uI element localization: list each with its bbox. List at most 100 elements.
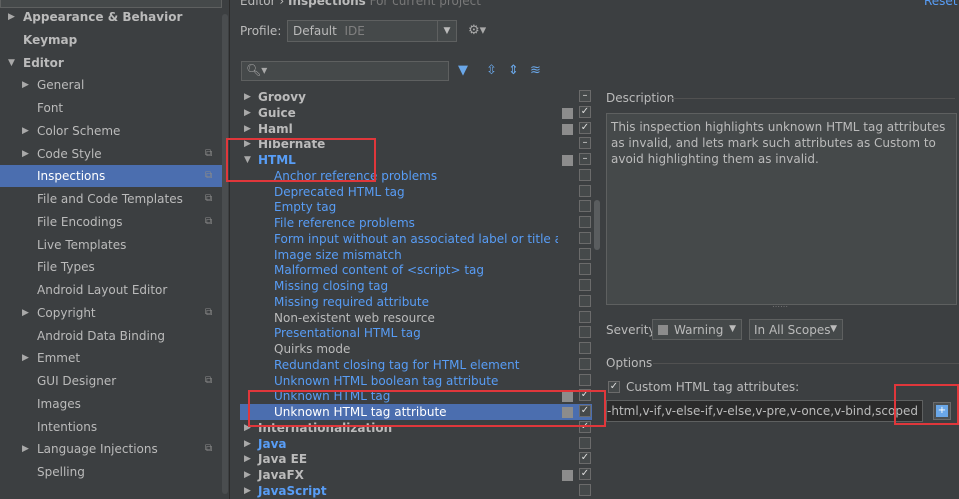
- inspection-enabled-checkbox[interactable]: [579, 342, 591, 354]
- expand-all-icon[interactable]: ⇳: [486, 63, 497, 78]
- tree-inspection-row[interactable]: Form input without an associated label o…: [240, 231, 592, 247]
- sidebar-item[interactable]: Spelling: [0, 461, 222, 483]
- tree-inspection-row[interactable]: Image size mismatch: [240, 247, 592, 263]
- tree-inspection-row[interactable]: Deprecated HTML tag: [240, 184, 592, 200]
- inspection-enabled-checkbox[interactable]: [579, 326, 591, 339]
- sidebar-item[interactable]: Keymap: [0, 29, 222, 51]
- inspection-enabled-checkbox[interactable]: –: [579, 137, 591, 150]
- inspection-search-input[interactable]: 🔍︎▾: [241, 61, 449, 81]
- tree-group-row[interactable]: ▶ Haml ✓: [240, 121, 592, 137]
- scope-select[interactable]: In All Scopes ▼: [749, 319, 843, 340]
- chevron-right-icon[interactable]: ▶: [244, 89, 251, 105]
- filter-icon[interactable]: ▼: [458, 63, 468, 78]
- inspection-enabled-checkbox[interactable]: ✓: [579, 105, 591, 118]
- sidebar-item-label: File and Code Templates: [37, 192, 183, 206]
- sidebar-item[interactable]: Intentions: [0, 416, 222, 438]
- tree-inspection-row[interactable]: File reference problems: [240, 215, 592, 231]
- splitter-grip-icon[interactable]: ⋯⋯: [772, 302, 788, 311]
- tree-row-label: Redundant closing tag for HTML element: [274, 357, 520, 372]
- inspection-enabled-checkbox[interactable]: –: [579, 90, 591, 102]
- tree-group-row[interactable]: ▶ Groovy –: [240, 89, 592, 105]
- tree-group-row[interactable]: ▶ Java: [240, 436, 592, 452]
- tree-inspection-row[interactable]: Missing closing tag: [240, 278, 592, 294]
- tree-inspection-row[interactable]: Malformed content of <script> tag: [240, 262, 592, 278]
- tree-inspection-row[interactable]: Non-existent web resource: [240, 310, 592, 326]
- gear-icon[interactable]: ⚙▾: [468, 23, 486, 38]
- chevron-right-icon[interactable]: ▶: [22, 302, 29, 324]
- chevron-right-icon[interactable]: ▶: [8, 6, 15, 28]
- inspection-enabled-checkbox[interactable]: [579, 310, 591, 323]
- inspection-enabled-checkbox[interactable]: [579, 294, 591, 307]
- tree-inspection-row[interactable]: Presentational HTML tag: [240, 325, 592, 341]
- inspection-enabled-checkbox[interactable]: [579, 231, 591, 244]
- sidebar-item[interactable]: ▶ Language Injections ⧉: [0, 438, 222, 460]
- tree-inspection-row[interactable]: Redundant closing tag for HTML element: [240, 357, 592, 373]
- sidebar-item[interactable]: Android Layout Editor: [0, 279, 222, 301]
- tree-group-row[interactable]: ▶ Java EE ✓: [240, 451, 592, 467]
- tree-inspection-row[interactable]: Unknown HTML boolean tag attribute: [240, 373, 592, 389]
- inspection-enabled-checkbox[interactable]: ✓: [579, 468, 591, 480]
- tree-group-row[interactable]: ▶ JavaFX ✓: [240, 467, 592, 483]
- sidebar-item[interactable]: Font: [0, 97, 222, 119]
- sidebar-item[interactable]: ▶ Color Scheme: [0, 120, 222, 142]
- chevron-right-icon[interactable]: ▶: [22, 438, 29, 460]
- inspection-enabled-checkbox[interactable]: [579, 357, 591, 370]
- inspection-enabled-checkbox[interactable]: ✓: [579, 121, 591, 134]
- tree-scrollbar[interactable]: [594, 200, 600, 250]
- chevron-right-icon[interactable]: ▶: [244, 436, 251, 452]
- inspection-enabled-checkbox[interactable]: [579, 279, 591, 291]
- sidebar-item[interactable]: ▶ General: [0, 74, 222, 96]
- inspection-enabled-checkbox[interactable]: [579, 216, 591, 228]
- chevron-right-icon[interactable]: ▶: [244, 105, 251, 121]
- chevron-right-icon[interactable]: ▶: [244, 483, 251, 499]
- sidebar-item[interactable]: Live Templates: [0, 234, 222, 256]
- sidebar-item[interactable]: ▶ Code Style ⧉: [0, 143, 222, 165]
- profile-value: Default: [293, 24, 337, 38]
- tree-inspection-row[interactable]: Quirks mode: [240, 341, 592, 357]
- inspection-enabled-checkbox[interactable]: –: [579, 153, 591, 165]
- tree-group-row[interactable]: ▶ Guice ✓: [240, 105, 592, 121]
- inspection-enabled-checkbox[interactable]: ✓: [579, 452, 591, 465]
- tree-inspection-row[interactable]: Empty tag: [240, 199, 592, 215]
- inspection-enabled-checkbox[interactable]: [579, 184, 591, 197]
- reset-link[interactable]: Reset: [924, 0, 958, 8]
- sidebar-item-label: General: [37, 78, 85, 93]
- chevron-down-icon[interactable]: ▼: [8, 52, 15, 74]
- breadcrumb-inspections: Inspections: [287, 0, 366, 8]
- sidebar-item[interactable]: Inspections ⧉: [0, 165, 222, 188]
- sidebar-item[interactable]: File and Code Templates ⧉: [0, 188, 222, 210]
- severity-select[interactable]: Warning ▼: [652, 319, 742, 340]
- sidebar-item[interactable]: ▶ Copyright ⧉: [0, 302, 222, 324]
- sidebar-item[interactable]: Android Data Binding: [0, 325, 222, 347]
- custom-attrs-checkbox[interactable]: ✓: [608, 381, 620, 393]
- inspection-enabled-checkbox[interactable]: [579, 436, 591, 449]
- chevron-right-icon[interactable]: ▶: [244, 451, 251, 467]
- collapse-all-icon[interactable]: ⇕: [508, 63, 519, 78]
- profile-select[interactable]: Default IDE ▼: [287, 20, 457, 42]
- inspection-enabled-checkbox[interactable]: [579, 168, 591, 181]
- tree-inspection-row[interactable]: Missing required attribute: [240, 294, 592, 310]
- sidebar-item[interactable]: ▼ Editor: [0, 52, 222, 74]
- custom-attrs-input[interactable]: v-text,v-html,v-if,v-else-if,v-else,v-pr…: [606, 400, 923, 422]
- chevron-right-icon[interactable]: ▶: [22, 120, 29, 142]
- sidebar-scrollbar[interactable]: [222, 14, 228, 494]
- sidebar-item[interactable]: File Types: [0, 256, 222, 278]
- chevron-right-icon[interactable]: ▶: [22, 143, 29, 165]
- sidebar-item[interactable]: Images: [0, 393, 222, 415]
- inspection-enabled-checkbox[interactable]: [579, 373, 591, 386]
- inspection-enabled-checkbox[interactable]: [579, 200, 591, 213]
- tree-group-row[interactable]: ▶ JavaScript: [240, 483, 592, 499]
- chevron-right-icon[interactable]: ▶: [22, 347, 29, 369]
- sidebar-item[interactable]: GUI Designer ⧉: [0, 370, 222, 392]
- chevron-right-icon[interactable]: ▶: [244, 121, 251, 137]
- sidebar-item[interactable]: File Encodings ⧉: [0, 211, 222, 233]
- inspection-enabled-checkbox[interactable]: [579, 483, 591, 496]
- sidebar-item[interactable]: ▶ Appearance & Behavior: [0, 6, 222, 28]
- sidebar-item[interactable]: ▶ Emmet: [0, 347, 222, 369]
- reset-to-default-icon[interactable]: ≋: [530, 63, 541, 78]
- chevron-right-icon[interactable]: ▶: [22, 74, 29, 96]
- inspection-enabled-checkbox[interactable]: [579, 247, 591, 260]
- divider: [653, 363, 959, 364]
- chevron-right-icon[interactable]: ▶: [244, 467, 251, 483]
- inspection-enabled-checkbox[interactable]: [579, 263, 591, 276]
